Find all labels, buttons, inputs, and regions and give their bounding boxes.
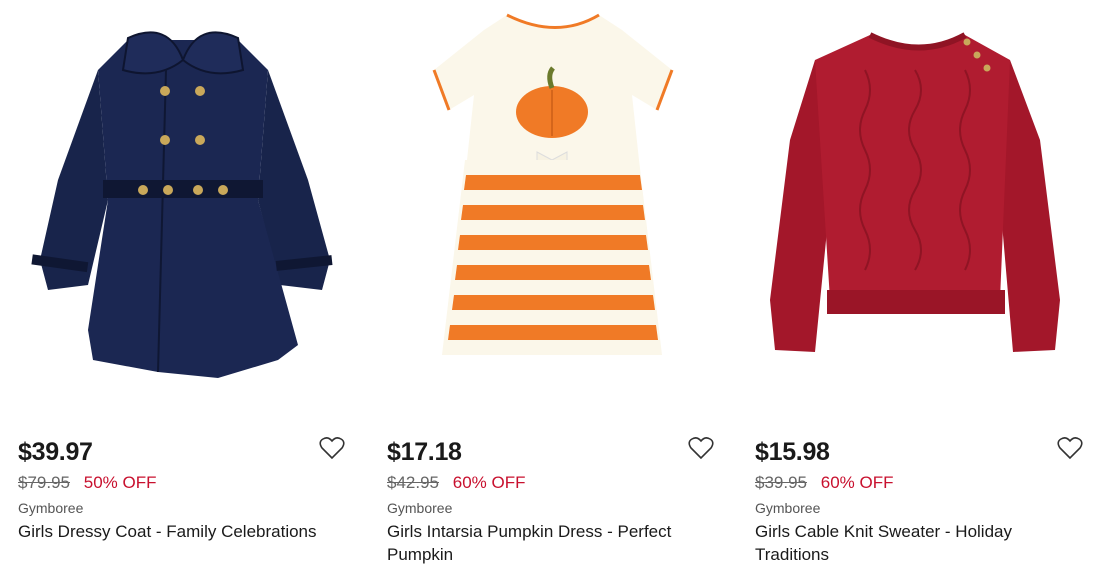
product-image[interactable] <box>755 0 1085 400</box>
product-name-link[interactable]: Girls Dressy Coat - Family Celebrations <box>18 520 338 543</box>
product-image[interactable] <box>387 0 717 400</box>
brand-name: Gymboree <box>18 500 84 516</box>
product-card: $15.98 $39.95 60% OFF Gymboree Girls Cab… <box>755 0 1095 578</box>
favorite-heart-icon[interactable] <box>688 436 714 460</box>
price-details: $39.95 60% OFF <box>755 473 893 493</box>
original-price: $42.95 <box>387 473 439 492</box>
discount-badge: 60% OFF <box>820 473 894 492</box>
brand-name: Gymboree <box>755 500 821 516</box>
product-image[interactable] <box>18 0 348 400</box>
original-price: $39.95 <box>755 473 807 492</box>
product-card: $17.18 $42.95 60% OFF Gymboree Girls Int… <box>387 0 727 578</box>
price-details: $79.95 50% OFF <box>18 473 156 493</box>
price-details: $42.95 60% OFF <box>387 473 525 493</box>
pumpkin-dress-image <box>432 13 674 355</box>
sale-price: $39.97 <box>18 438 93 466</box>
discount-badge: 60% OFF <box>452 473 526 492</box>
discount-badge: 50% OFF <box>83 473 157 492</box>
original-price: $79.95 <box>18 473 70 492</box>
product-grid: $39.97 $79.95 50% OFF Gymboree Girls Dre… <box>0 0 1109 578</box>
brand-name: Gymboree <box>387 500 453 516</box>
navy-coat-image <box>31 31 333 378</box>
favorite-heart-icon[interactable] <box>319 436 345 460</box>
favorite-heart-icon[interactable] <box>1057 436 1083 460</box>
product-name-link[interactable]: Girls Cable Knit Sweater - Holiday Tradi… <box>755 520 1075 566</box>
sale-price: $15.98 <box>755 438 830 466</box>
sale-price: $17.18 <box>387 438 462 466</box>
product-card: $39.97 $79.95 50% OFF Gymboree Girls Dre… <box>18 0 358 578</box>
product-name-link[interactable]: Girls Intarsia Pumpkin Dress - Perfect P… <box>387 520 707 566</box>
red-sweater-image <box>770 32 1060 352</box>
